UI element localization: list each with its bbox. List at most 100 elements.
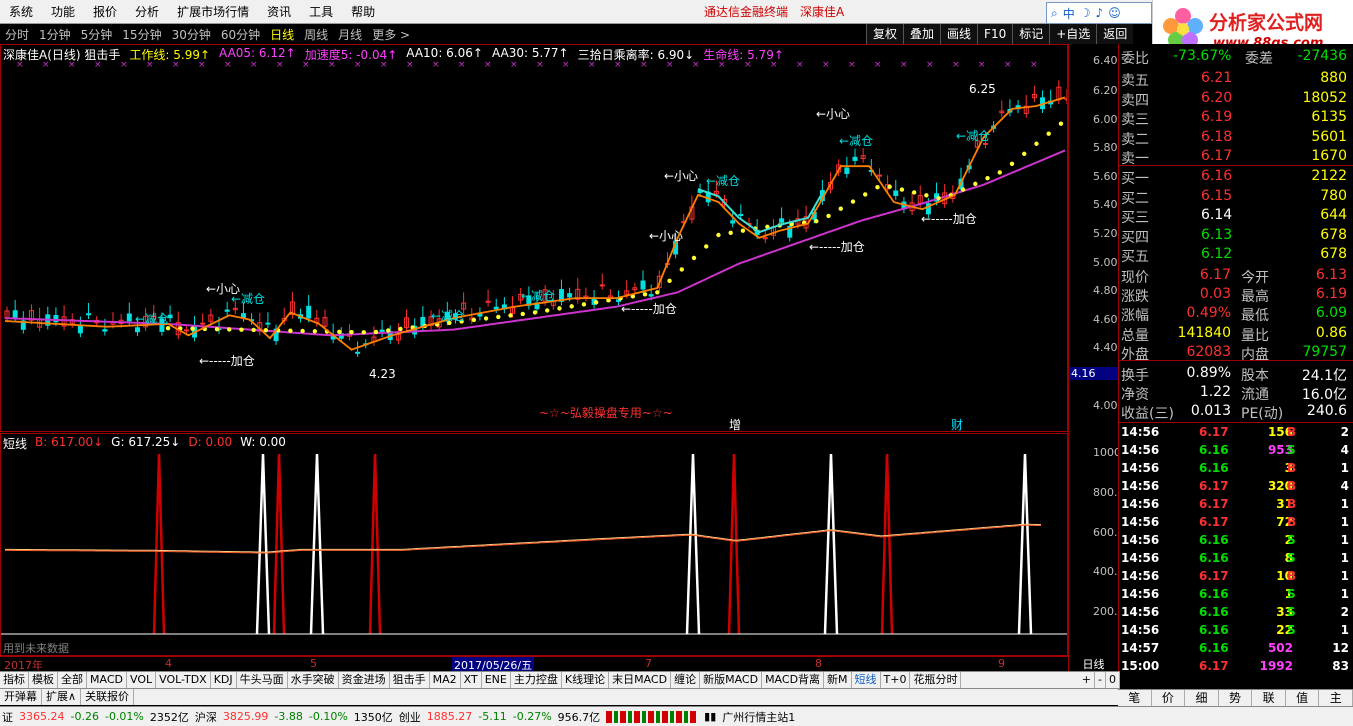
chart-annotation: ←减仓 (521, 289, 555, 303)
tab-scroll-button[interactable]: - (1095, 671, 1106, 689)
signal-dot (557, 306, 562, 311)
menu-quote[interactable]: 报价 (84, 3, 126, 20)
menu-system[interactable]: 系统 (0, 3, 42, 20)
add-watchlist-button[interactable]: +自选 (1049, 24, 1097, 44)
bid-volume: 2122 (1311, 168, 1347, 184)
date-label: 5 (310, 657, 317, 670)
search-icon[interactable]: ⌕ (1051, 6, 1058, 21)
tick-price: 6.16 (1199, 587, 1229, 601)
expand-button[interactable]: 扩展∧ (42, 689, 82, 705)
sub-g-value: G: 617.25↓ (111, 435, 181, 449)
signal-dot (911, 190, 917, 195)
draw-line-button[interactable]: 画线 (940, 24, 978, 44)
cy-index-label[interactable]: 创业 (399, 709, 421, 725)
signal-dot (581, 302, 587, 307)
cy-index-amount: 956.7亿 (557, 710, 601, 724)
indicator-tab[interactable]: 指标 (0, 671, 29, 689)
indicator-tab[interactable]: 缠论 (671, 671, 701, 689)
period-tab[interactable]: 分时 (0, 26, 34, 43)
period-tab[interactable]: 15分钟 (117, 26, 166, 43)
indicator-tab[interactable]: KDJ (211, 671, 237, 689)
indicator-tab[interactable]: VOL (127, 671, 157, 689)
server-name[interactable]: 广州行情主站1 (722, 709, 795, 725)
chart-annotation: ←-----加仓 (921, 212, 977, 226)
signal-dot (214, 326, 220, 332)
period-tab[interactable]: 5分钟 (76, 26, 118, 43)
menu-help[interactable]: 帮助 (342, 3, 384, 20)
indicator-tab[interactable]: T+0 (881, 671, 911, 689)
indicator-tab[interactable]: 模板 (29, 671, 58, 689)
period-tab-daily[interactable]: 日线 (265, 26, 299, 43)
indicator-tab[interactable]: 末日MACD (609, 671, 672, 689)
indicator-tab[interactable]: 水手突破 (288, 671, 339, 689)
period-more[interactable]: 更多 > (367, 26, 415, 43)
speaker-icon[interactable]: ♪ (1096, 6, 1104, 20)
indicator-tab[interactable]: 主力控盘 (511, 671, 562, 689)
menu-tools[interactable]: 工具 (300, 3, 342, 20)
quote-tab[interactable]: 价 (1152, 690, 1186, 706)
indicator-tab[interactable]: 花瓶分时 (910, 671, 962, 689)
indicator-tab[interactable]: MA2 (430, 671, 461, 689)
sh-index-label[interactable]: 证 (2, 709, 13, 725)
bid-volume: 780 (1320, 187, 1347, 204)
tick-time: 14:56 (1121, 515, 1160, 529)
menu-news[interactable]: 资讯 (258, 3, 300, 20)
indicator-tab[interactable]: ENE (482, 671, 511, 689)
mark-button[interactable]: 标记 (1012, 24, 1050, 44)
candle-body (738, 213, 744, 216)
quote-tab[interactable]: 主 (1319, 690, 1353, 706)
signal-dot (1022, 151, 1027, 156)
kline-chart-area[interactable]: × × × × × × × × × × × × × × × × × × × × × × × × × × × × × × × × × × × × × × × ×… (0, 44, 1068, 432)
bid-volume: 678 (1320, 246, 1347, 262)
period-tab[interactable]: 30分钟 (167, 26, 216, 43)
quote-row: 总量 141840 量比 0.86 (1121, 325, 1351, 344)
period-tab[interactable]: 周线 (299, 26, 333, 43)
candle-body (86, 313, 92, 316)
search-box[interactable]: ⌕ 中 ☽ ♪ ☺ (1046, 2, 1152, 24)
quote-tab[interactable]: 值 (1286, 690, 1320, 706)
back-button[interactable]: 返回 (1096, 24, 1134, 44)
f10-button[interactable]: F10 (977, 24, 1013, 44)
signal-dot (875, 185, 880, 190)
period-tab[interactable]: 60分钟 (216, 26, 265, 43)
bid-price: 6.15 (1201, 187, 1233, 204)
menu-function[interactable]: 功能 (42, 3, 84, 20)
sh-index-value: 3365.24 (19, 710, 65, 723)
period-tab[interactable]: 月线 (333, 26, 367, 43)
indicator-tab[interactable]: 短线 (852, 671, 881, 689)
tab-scroll-button[interactable]: + (1079, 671, 1096, 689)
indicator-tab[interactable]: 全部 (58, 671, 87, 689)
sub-indicator-area[interactable] (0, 433, 1068, 656)
indicator-tab[interactable]: K线理论 (562, 671, 610, 689)
period-tab[interactable]: 1分钟 (34, 26, 76, 43)
danmaku-button[interactable]: 开弹幕 (0, 689, 42, 705)
sh-index-change: -0.26 (70, 710, 99, 723)
indicator-tab[interactable]: 狙击手 (390, 671, 430, 689)
tab-scroll-button[interactable]: 0 (1106, 671, 1120, 689)
indicator-tab[interactable]: 新版MACD (700, 671, 763, 689)
menu-extended-market[interactable]: 扩展市场行情 (168, 3, 258, 20)
indicator-tab[interactable]: VOL-TDX (156, 671, 211, 689)
indicator-tab[interactable]: 牛头马面 (237, 671, 288, 689)
menu-analysis[interactable]: 分析 (126, 3, 168, 20)
user-icon[interactable]: ☺ (1108, 6, 1121, 20)
overlay-button[interactable]: 叠加 (903, 24, 941, 44)
sz-index-label[interactable]: 沪深 (195, 709, 217, 725)
indicator-tab[interactable]: MACD背离 (762, 671, 825, 689)
indicator-tab[interactable]: 新M (824, 671, 852, 689)
indicator-tab[interactable]: XT (461, 671, 482, 689)
indicator-tab[interactable]: 资金进场 (339, 671, 390, 689)
indicator-tab[interactable]: MACD (87, 671, 127, 689)
related-quote-button[interactable]: 关联报价 (81, 689, 135, 705)
quote-tab[interactable]: 细 (1185, 690, 1219, 706)
quote-tab[interactable]: 势 (1219, 690, 1253, 706)
restore-rights-button[interactable]: 复权 (866, 24, 904, 44)
tick-time: 14:56 (1121, 497, 1160, 511)
weibi-label: 委比 (1121, 51, 1149, 67)
stat-label: 现价 (1121, 270, 1149, 286)
quote-tab[interactable]: 笔 (1118, 690, 1152, 706)
sub-indicator-name[interactable]: 短线 (3, 435, 27, 452)
price-tick: 4.80 (1093, 284, 1118, 297)
signal-dot (337, 329, 342, 334)
quote-tab[interactable]: 联 (1252, 690, 1286, 706)
